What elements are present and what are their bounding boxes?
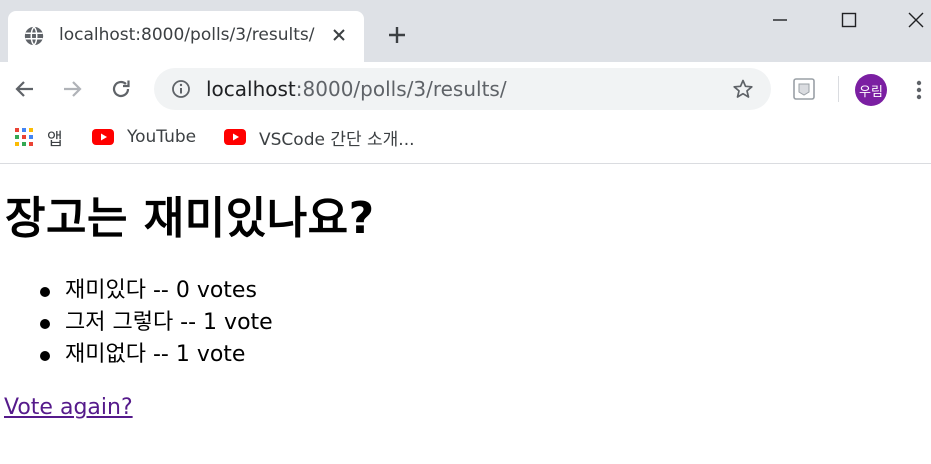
results-list: 재미있다 -- 0 votes 그저 그렇다 -- 1 vote 재미없다 --… <box>30 275 273 371</box>
toolbar-divider <box>838 76 839 102</box>
bookmarks-bar: 앱 YouTube VSCode 간단 소개... <box>0 116 931 164</box>
tab-title: localhost:8000/polls/3/results/ <box>59 25 315 45</box>
result-item: 재미없다 -- 1 vote <box>30 339 273 371</box>
apps-grid-icon <box>15 128 33 146</box>
url-text[interactable]: localhost:8000/polls/3/results/ <box>206 77 507 101</box>
profile-avatar[interactable]: 우림 <box>855 74 887 106</box>
bookmark-apps[interactable]: 앱 <box>15 125 63 150</box>
bookmark-label: YouTube <box>127 127 197 147</box>
bookmark-star-icon[interactable] <box>732 78 754 100</box>
result-text: 재미있다 -- 0 votes <box>65 278 257 303</box>
url-host: localhost <box>206 77 296 101</box>
maximize-icon[interactable] <box>839 10 859 30</box>
bookmark-label: VSCode 간단 소개... <box>259 129 415 150</box>
back-arrow-icon[interactable] <box>12 76 38 102</box>
result-text: 재미없다 -- 1 vote <box>65 342 246 367</box>
page-content: 장고는 재미있나요? 재미있다 -- 0 votes 그저 그렇다 -- 1 v… <box>0 165 931 464</box>
minimize-icon[interactable] <box>770 10 790 30</box>
globe-icon <box>24 26 44 46</box>
info-icon[interactable] <box>171 79 191 99</box>
tab-strip: localhost:8000/polls/3/results/ <box>0 0 931 62</box>
result-item: 재미있다 -- 0 votes <box>30 275 273 307</box>
new-tab-icon[interactable] <box>384 22 410 48</box>
forward-arrow-icon[interactable] <box>59 76 85 102</box>
reload-icon[interactable] <box>108 76 134 102</box>
active-tab[interactable]: localhost:8000/polls/3/results/ <box>8 11 364 62</box>
result-text: 그저 그렇다 -- 1 vote <box>65 310 273 335</box>
browser-toolbar: localhost:8000/polls/3/results/ 우림 <box>0 62 931 116</box>
bookmark-label: 앱 <box>47 129 63 150</box>
vote-again-link[interactable]: Vote again? <box>4 395 133 420</box>
close-tab-icon[interactable] <box>330 26 348 44</box>
bullet-icon <box>40 351 50 361</box>
bullet-icon <box>40 287 50 297</box>
bullet-icon <box>40 319 50 329</box>
question-title: 장고는 재미있나요? <box>5 193 375 244</box>
result-item: 그저 그렇다 -- 1 vote <box>30 307 273 339</box>
kebab-menu-icon[interactable] <box>909 78 929 102</box>
youtube-icon <box>92 129 114 145</box>
window-close-icon[interactable] <box>906 10 926 30</box>
extension-icon[interactable] <box>792 77 816 101</box>
bookmark-youtube[interactable]: YouTube <box>92 125 196 149</box>
bookmark-vscode[interactable]: VSCode 간단 소개... <box>224 125 415 150</box>
address-bar[interactable]: localhost:8000/polls/3/results/ <box>154 68 771 110</box>
url-path: :8000/polls/3/results/ <box>295 77 507 101</box>
youtube-icon <box>224 129 246 145</box>
